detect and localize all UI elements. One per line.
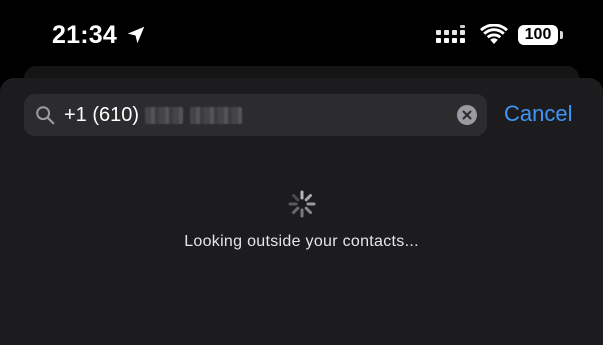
search-field[interactable]: +1 (610) (24, 94, 487, 136)
battery-indicator: 100 (518, 25, 563, 45)
status-time: 21:34 (52, 21, 117, 49)
redacted-block (190, 107, 243, 125)
battery-icon: 100 (518, 25, 558, 45)
cellular-signal-icon (436, 25, 465, 43)
redacted-block (145, 107, 184, 125)
spinner-icon (288, 190, 316, 218)
status-icons: 100 (436, 24, 563, 46)
redacted-number (145, 105, 243, 127)
search-value-text: +1 (610) (64, 104, 140, 126)
phone-screen: 21:34 100 +1 (610) Cancel Looking outsid… (0, 0, 603, 345)
clear-button[interactable] (457, 105, 477, 125)
loading-message: Looking outside your contacts... (184, 233, 419, 250)
location-arrow-icon (127, 26, 145, 44)
battery-tip (560, 31, 563, 39)
clear-icon (462, 110, 472, 120)
search-icon (36, 106, 55, 125)
cancel-button[interactable]: Cancel (504, 100, 572, 128)
battery-level: 100 (524, 26, 552, 43)
status-bar: 21:34 100 (0, 0, 603, 72)
search-input[interactable]: +1 (610) (64, 103, 243, 127)
wifi-icon (480, 24, 508, 44)
time-group: 21:34 (52, 20, 147, 50)
